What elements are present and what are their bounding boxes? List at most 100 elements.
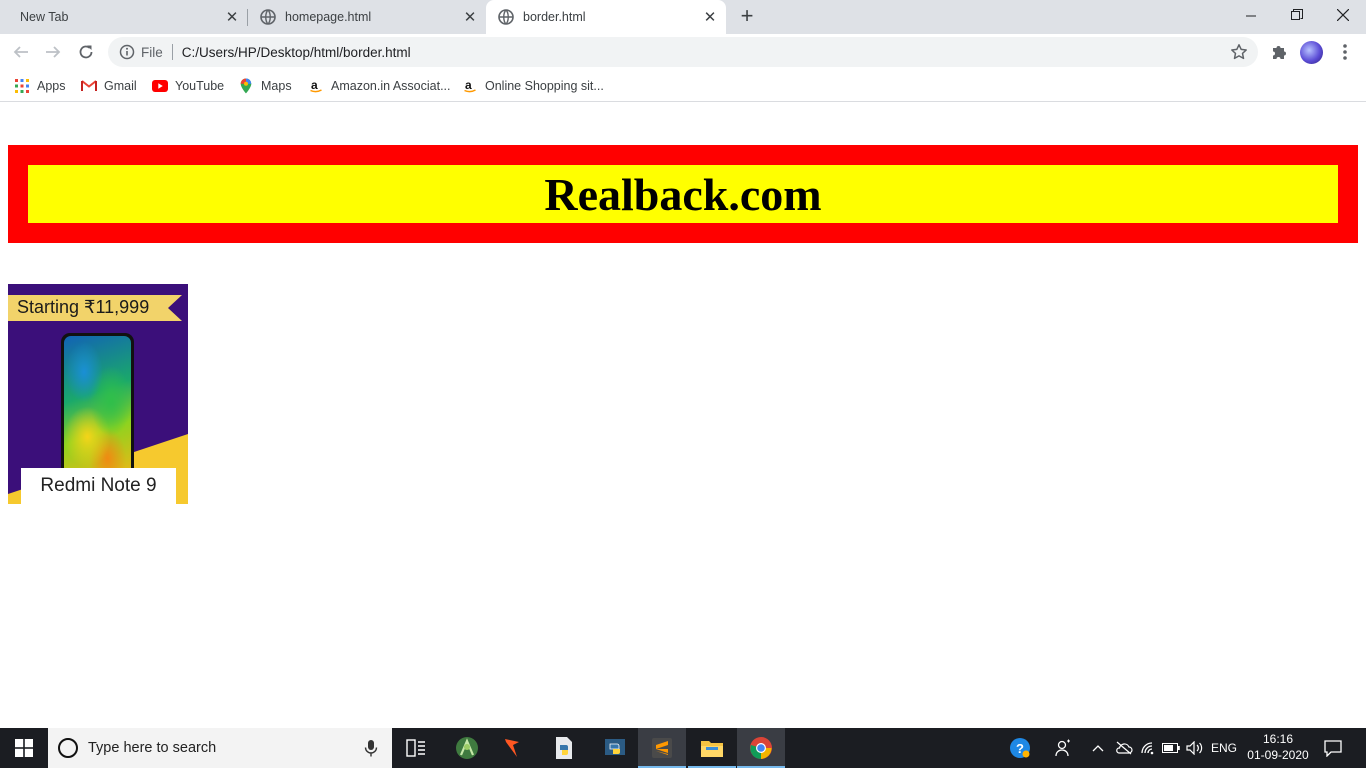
speaker-icon bbox=[1186, 741, 1203, 755]
minimize-button[interactable] bbox=[1228, 0, 1274, 30]
arrow-right-icon bbox=[46, 46, 61, 58]
tab-strip: New Tab ✕ homepage.html ✕ border.html ✕ … bbox=[0, 0, 1366, 34]
globe-icon bbox=[498, 9, 514, 25]
phone-image bbox=[61, 333, 134, 483]
folder-icon bbox=[701, 741, 723, 757]
help-tray-button[interactable]: ? bbox=[1006, 728, 1034, 768]
app-flame-icon bbox=[505, 739, 519, 757]
tab-title: border.html bbox=[523, 10, 586, 24]
people-tray-button[interactable] bbox=[1050, 728, 1076, 768]
search-placeholder: Type here to search bbox=[88, 740, 217, 756]
taskbar-app-android-studio[interactable] bbox=[443, 728, 491, 768]
more-menu-icon[interactable] bbox=[1337, 42, 1353, 62]
bookmark-label: Amazon.in Associat... bbox=[331, 79, 451, 93]
amazon-icon: a bbox=[462, 78, 478, 94]
bookmark-label: Maps bbox=[261, 79, 292, 93]
task-view-button[interactable] bbox=[392, 728, 440, 768]
sublime-text-icon bbox=[652, 738, 672, 758]
forward-button[interactable] bbox=[40, 39, 66, 65]
puzzle-extension-icon[interactable] bbox=[1270, 43, 1288, 61]
windows-taskbar: Type here to search ? ENG 16:16 01-09-20… bbox=[0, 728, 1366, 768]
taskbar-app-chrome[interactable] bbox=[737, 728, 785, 768]
new-tab-button[interactable]: + bbox=[736, 5, 758, 28]
omnibox-divider bbox=[171, 44, 173, 60]
url-text[interactable]: C:/Users/HP/Desktop/html/border.html bbox=[182, 45, 411, 60]
help-question-icon: ? bbox=[1010, 738, 1030, 758]
chrome-icon bbox=[750, 737, 772, 759]
tab-close-icon[interactable]: ✕ bbox=[224, 9, 240, 26]
bookmark-apps[interactable]: Apps bbox=[14, 76, 66, 96]
tab-homepage[interactable]: homepage.html ✕ bbox=[248, 0, 486, 34]
tab-new-tab[interactable]: New Tab ✕ bbox=[0, 0, 248, 34]
address-bar[interactable]: File C:/Users/HP/Desktop/html/border.htm… bbox=[108, 37, 1258, 67]
web-page-content: Realback.com Starting ₹11,999 Redmi Note… bbox=[0, 103, 1366, 728]
back-button[interactable] bbox=[8, 39, 34, 65]
network-tray-icon[interactable] bbox=[1138, 728, 1158, 768]
maps-pin-icon bbox=[238, 78, 254, 94]
restore-icon bbox=[1291, 9, 1303, 20]
tab-title: homepage.html bbox=[285, 10, 372, 24]
reload-icon bbox=[79, 45, 93, 59]
bookmark-amazon-associates[interactable]: a Amazon.in Associat... bbox=[308, 76, 451, 96]
tab-close-icon[interactable]: ✕ bbox=[462, 9, 478, 26]
taskbar-search-box[interactable]: Type here to search bbox=[48, 728, 392, 768]
scheme-label: File bbox=[141, 44, 163, 60]
show-hidden-icons-button[interactable] bbox=[1089, 728, 1107, 768]
star-icon[interactable] bbox=[1230, 43, 1248, 61]
action-center-button[interactable] bbox=[1318, 728, 1348, 768]
youtube-icon bbox=[152, 78, 168, 94]
clock-time: 16:16 bbox=[1262, 732, 1294, 746]
volume-tray-icon[interactable] bbox=[1184, 728, 1206, 768]
bookmarks-bar: Apps Gmail YouTube Maps a Amazon.in Asso… bbox=[0, 70, 1366, 102]
task-view-icon bbox=[406, 739, 425, 757]
tab-close-icon[interactable]: ✕ bbox=[702, 9, 718, 26]
chevron-up-icon bbox=[1092, 745, 1104, 752]
reload-button[interactable] bbox=[73, 39, 99, 65]
close-window-button[interactable] bbox=[1320, 0, 1366, 30]
minimize-icon bbox=[1245, 15, 1256, 16]
bookmark-online-shopping[interactable]: a Online Shopping sit... bbox=[462, 76, 604, 96]
svg-text:a: a bbox=[465, 79, 472, 92]
svg-text:a: a bbox=[311, 79, 318, 92]
cloud-tray-icon[interactable] bbox=[1113, 728, 1135, 768]
language-indicator[interactable]: ENG bbox=[1208, 728, 1240, 768]
python-icon bbox=[605, 739, 625, 755]
product-ad-card[interactable]: Starting ₹11,999 Redmi Note 9 bbox=[8, 284, 188, 504]
battery-tray-icon[interactable] bbox=[1160, 728, 1182, 768]
wifi-icon bbox=[1141, 742, 1154, 755]
info-icon[interactable] bbox=[119, 44, 135, 60]
cloud-offline-icon bbox=[1116, 741, 1133, 755]
browser-toolbar: File C:/Users/HP/Desktop/html/border.htm… bbox=[0, 34, 1366, 70]
site-title: Realback.com bbox=[544, 168, 822, 220]
restore-button[interactable] bbox=[1274, 0, 1320, 30]
profile-avatar[interactable] bbox=[1300, 41, 1323, 64]
system-clock[interactable]: 16:16 01-09-2020 bbox=[1244, 731, 1312, 763]
bookmark-gmail[interactable]: Gmail bbox=[81, 76, 137, 96]
bookmark-maps[interactable]: Maps bbox=[238, 76, 292, 96]
taskbar-app-sublime-text[interactable] bbox=[638, 728, 686, 768]
cortana-icon bbox=[58, 738, 78, 758]
bookmark-label: Online Shopping sit... bbox=[485, 79, 604, 93]
bookmark-label: Gmail bbox=[104, 79, 137, 93]
price-text: Starting ₹11,999 bbox=[17, 297, 150, 317]
close-icon bbox=[1337, 9, 1349, 21]
microphone-icon[interactable] bbox=[364, 740, 378, 757]
people-icon bbox=[1055, 739, 1070, 757]
gmail-icon bbox=[81, 78, 97, 94]
battery-icon bbox=[1162, 743, 1180, 753]
clock-date: 01-09-2020 bbox=[1247, 748, 1309, 762]
product-name-label: Redmi Note 9 bbox=[21, 468, 176, 504]
tab-border-active[interactable]: border.html ✕ bbox=[486, 0, 726, 34]
android-studio-icon bbox=[456, 737, 478, 759]
ribbon-notch bbox=[168, 295, 182, 321]
start-button[interactable] bbox=[0, 728, 48, 768]
python-file-icon bbox=[556, 737, 572, 759]
arrow-left-icon bbox=[13, 46, 28, 58]
taskbar-app-python-file[interactable] bbox=[540, 728, 588, 768]
taskbar-app-red-tool[interactable] bbox=[488, 728, 536, 768]
taskbar-app-file-explorer[interactable] bbox=[688, 728, 736, 768]
banner-box: Realback.com bbox=[28, 165, 1338, 223]
taskbar-app-python[interactable] bbox=[591, 728, 639, 768]
bookmark-youtube[interactable]: YouTube bbox=[152, 76, 224, 96]
amazon-icon: a bbox=[308, 78, 324, 94]
